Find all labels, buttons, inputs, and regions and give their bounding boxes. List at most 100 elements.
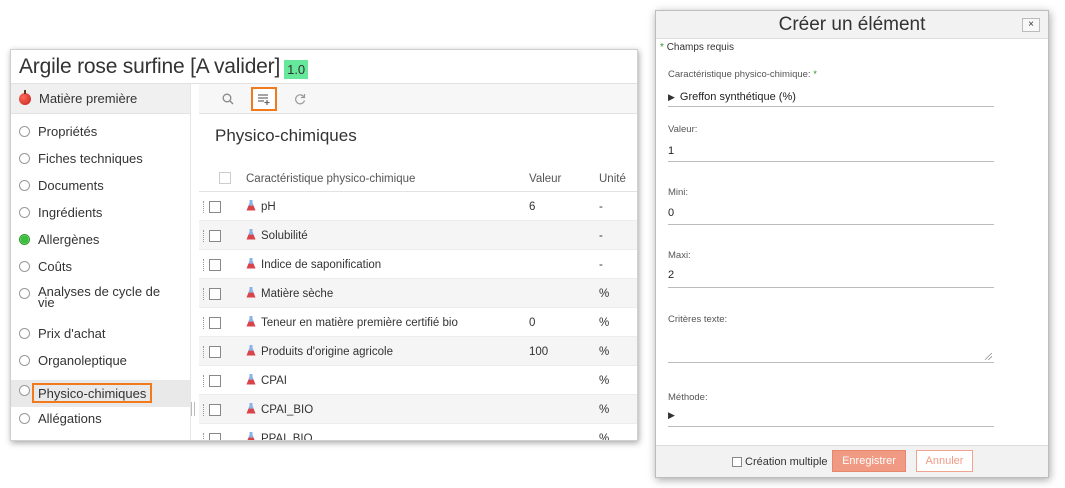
sidebar-item-fiches-techniques[interactable]: Fiches techniques <box>11 151 190 178</box>
sidebar-item-label: Physico-chimiques <box>32 383 153 403</box>
expand-arrow-icon[interactable]: ▶ <box>668 92 675 102</box>
flask-icon <box>246 258 256 269</box>
radio-icon[interactable] <box>19 153 30 164</box>
cell-unit: % <box>599 375 610 387</box>
flask-icon <box>246 287 256 298</box>
cell-unit: % <box>599 346 610 358</box>
save-button[interactable]: Enregistrer <box>832 450 906 472</box>
radio-icon[interactable] <box>19 126 30 137</box>
table-row[interactable]: Solubilité - <box>199 221 637 250</box>
cell-characteristic: CPAI <box>261 375 287 387</box>
cell-unit: - <box>599 201 603 213</box>
row-checkbox[interactable] <box>209 317 221 329</box>
drag-handle[interactable] <box>203 288 205 300</box>
table-row[interactable]: Matière sèche % <box>199 279 637 308</box>
select-all-checkbox[interactable] <box>219 172 231 184</box>
sidebar-item-label: Coûts <box>38 259 72 274</box>
version-badge: 1.0 <box>284 59 309 79</box>
resize-grip-icon[interactable] <box>985 353 992 360</box>
multiple-creation-label: Création multiple <box>745 456 828 468</box>
sidebar-item-proprietes[interactable]: Propriétés <box>11 124 190 151</box>
multiple-creation-option[interactable]: Création multiple <box>732 456 828 468</box>
cell-characteristic: PPAI_BIO <box>261 433 313 441</box>
row-checkbox[interactable] <box>209 375 221 387</box>
cell-unit: - <box>599 259 603 271</box>
add-list-icon[interactable] <box>251 86 277 111</box>
value-field[interactable]: 1 <box>668 145 674 157</box>
cell-unit: % <box>599 433 610 441</box>
drag-handle[interactable] <box>203 201 205 213</box>
sidebar-item-label: Organoleptique <box>38 353 127 368</box>
row-checkbox[interactable] <box>209 230 221 242</box>
required-star-icon: * <box>660 42 664 53</box>
drag-handle[interactable] <box>203 259 205 271</box>
drag-handle[interactable] <box>203 317 205 329</box>
radio-icon[interactable] <box>19 207 30 218</box>
radio-icon[interactable] <box>19 385 30 396</box>
panel-resize-handle[interactable] <box>191 402 195 416</box>
cancel-button[interactable]: Annuler <box>916 450 973 472</box>
table-row[interactable]: Produits d'origine agricole 100 % <box>199 337 637 366</box>
sidebar-item-allergenes[interactable]: Allergènes <box>11 232 190 259</box>
table-row[interactable]: PPAI_BIO % <box>199 424 637 441</box>
table-row[interactable]: Teneur en matière première certifié bio … <box>199 308 637 337</box>
column-header-unit[interactable]: Unité <box>599 173 626 185</box>
toolbar <box>199 84 637 114</box>
sidebar-header[interactable]: Matière première <box>11 84 190 114</box>
cell-unit: % <box>599 288 610 300</box>
expand-arrow-icon[interactable]: ▶ <box>668 410 675 420</box>
drag-handle[interactable] <box>203 433 205 440</box>
row-checkbox[interactable] <box>209 288 221 300</box>
sidebar-item-allegations[interactable]: Allégations <box>11 407 190 434</box>
column-header-value[interactable]: Valeur <box>529 173 561 185</box>
page-title: Argile rose surfine [A valider] <box>19 54 281 78</box>
drag-handle[interactable] <box>203 404 205 416</box>
method-select[interactable]: ▶ <box>668 409 680 421</box>
sidebar-item-prix-achat[interactable]: Prix d'achat <box>11 326 190 353</box>
drag-handle[interactable] <box>203 230 205 242</box>
sidebar-item-physico-chimiques[interactable]: Physico-chimiques <box>11 380 190 407</box>
characteristic-select[interactable]: ▶ Greffon synthétique (%) <box>668 91 796 103</box>
characteristic-label: Caractéristique physico-chimique: * <box>668 69 817 80</box>
table-header: Caractéristique physico-chimique Valeur … <box>199 166 637 192</box>
radio-icon[interactable] <box>19 261 30 272</box>
row-checkbox[interactable] <box>209 404 221 416</box>
drag-handle[interactable] <box>203 375 205 387</box>
radio-icon[interactable] <box>19 180 30 191</box>
table-row[interactable]: pH 6 - <box>199 192 637 221</box>
search-icon[interactable] <box>215 87 241 111</box>
dialog-footer: Création multiple Enregistrer Annuler <box>656 445 1048 477</box>
sidebar-item-couts[interactable]: Coûts <box>11 259 190 286</box>
criteria-label: Critères texte: <box>668 314 728 325</box>
table-row[interactable]: CPAI_BIO % <box>199 395 637 424</box>
row-checkbox[interactable] <box>209 259 221 271</box>
cell-characteristic: Indice de saponification <box>261 259 382 271</box>
table-row[interactable]: Indice de saponification - <box>199 250 637 279</box>
close-button[interactable]: × <box>1022 18 1040 32</box>
criteria-textarea[interactable] <box>668 335 994 363</box>
flask-icon <box>246 403 256 414</box>
maxi-field[interactable]: 2 <box>668 269 674 281</box>
radio-icon[interactable] <box>19 413 30 424</box>
sidebar-item-label: Documents <box>38 178 104 193</box>
row-checkbox[interactable] <box>209 346 221 358</box>
mini-field[interactable]: 0 <box>668 207 674 219</box>
radio-selected-icon[interactable] <box>19 234 30 245</box>
refresh-icon[interactable] <box>287 87 313 111</box>
sidebar-item-ingredients[interactable]: Ingrédients <box>11 205 190 232</box>
maxi-underline <box>668 287 994 288</box>
sidebar-item-documents[interactable]: Documents <box>11 178 190 205</box>
radio-icon[interactable] <box>19 355 30 366</box>
drag-handle[interactable] <box>203 346 205 358</box>
table-row[interactable]: CPAI % <box>199 366 637 395</box>
required-star-icon: * <box>813 69 817 80</box>
radio-icon[interactable] <box>19 328 30 339</box>
sidebar-list: Propriétés Fiches techniques Documents I… <box>11 114 190 434</box>
row-checkbox[interactable] <box>209 201 221 213</box>
sidebar-item-analyses-cycle-vie[interactable]: Analyses de cycle de vie <box>11 285 190 326</box>
multiple-creation-checkbox[interactable] <box>732 457 742 467</box>
row-checkbox[interactable] <box>209 433 221 440</box>
sidebar-item-organoleptique[interactable]: Organoleptique <box>11 353 190 380</box>
column-header-characteristic[interactable]: Caractéristique physico-chimique <box>246 173 415 185</box>
radio-icon[interactable] <box>19 288 30 299</box>
